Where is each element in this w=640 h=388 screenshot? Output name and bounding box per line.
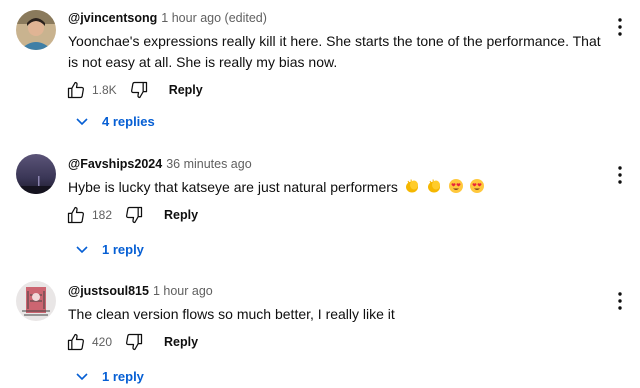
author-name[interactable]: @Favships2024 (68, 157, 162, 171)
comment-actions: 1.8K Reply (66, 78, 203, 102)
avatar[interactable] (16, 10, 56, 50)
like-button[interactable]: 182 (66, 205, 124, 225)
author-name[interactable]: @justsoul815 (68, 284, 149, 298)
comment-text: Hybe is lucky that katseye are just natu… (68, 177, 608, 198)
replies-count-label: 1 reply (102, 369, 144, 384)
thumbs-up-icon (67, 81, 84, 99)
reply-button[interactable]: Reply (164, 208, 198, 222)
clapping-hands-emoji-icon (427, 179, 440, 193)
like-count: 1.8K (92, 83, 117, 97)
like-button[interactable]: 420 (66, 332, 124, 352)
more-vertical-icon (618, 166, 622, 184)
comment-thread: @Favships2024 36 minutes ago Hybe is luck… (0, 140, 640, 268)
reply-button[interactable]: Reply (164, 335, 198, 349)
replies-count-label: 4 replies (102, 114, 155, 129)
timestamp[interactable]: 1 hour ago (153, 284, 213, 298)
comment-thread: @jvincentsong 1 hour ago (edited) Yooncha… (0, 0, 640, 140)
thumbs-up-icon (67, 206, 84, 224)
reply-button[interactable]: Reply (169, 83, 203, 97)
like-button[interactable]: 1.8K (66, 80, 129, 100)
comment-header: @jvincentsong 1 hour ago (edited) (68, 11, 267, 25)
more-vertical-icon (618, 292, 622, 310)
thumbs-up-icon (67, 333, 84, 351)
view-replies-button[interactable]: 1 reply (76, 242, 144, 257)
timestamp[interactable]: 36 minutes ago (166, 157, 251, 171)
chevron-down-icon (76, 245, 88, 253)
dislike-button[interactable] (124, 205, 144, 225)
like-count: 420 (92, 335, 113, 349)
dislike-button[interactable] (129, 80, 149, 100)
thumbs-down-icon (126, 333, 143, 351)
chevron-down-icon (76, 372, 88, 380)
chevron-down-icon (76, 117, 88, 125)
thumbs-down-icon (130, 81, 147, 99)
comment-menu-button[interactable] (610, 292, 630, 316)
clapping-hands-emoji-icon (405, 179, 418, 193)
comment-menu-button[interactable] (610, 166, 630, 190)
like-count: 182 (92, 208, 113, 222)
comment-text: Yoonchae's expressions really kill it he… (68, 33, 601, 70)
more-vertical-icon (618, 18, 622, 36)
timestamp[interactable]: 1 hour ago (edited) (161, 11, 267, 25)
profile-photo-icon (16, 154, 56, 194)
comment-text-content: Hybe is lucky that katseye are just natu… (68, 179, 398, 195)
replies-count-label: 1 reply (102, 242, 144, 257)
dislike-button[interactable] (124, 332, 144, 352)
avatar[interactable] (16, 154, 56, 194)
comment-header: @Favships2024 36 minutes ago (68, 157, 252, 171)
author-name[interactable]: @jvincentsong (68, 11, 157, 25)
comment-menu-button[interactable] (610, 18, 630, 42)
view-replies-button[interactable]: 4 replies (76, 114, 155, 129)
thumbs-down-icon (126, 206, 143, 224)
comment-actions: 182 Reply (66, 203, 198, 227)
comment-header: @justsoul815 1 hour ago (68, 284, 213, 298)
heart-eyes-emoji-icon (470, 179, 485, 193)
heart-eyes-emoji-icon (448, 179, 463, 193)
comment-actions: 420 Reply (66, 330, 198, 354)
comment-text: The clean version flows so much better, … (68, 306, 395, 322)
comment-thread: @justsoul815 1 hour ago The clean version… (0, 268, 640, 388)
avatar[interactable] (16, 281, 56, 321)
profile-photo-icon (16, 281, 56, 321)
profile-photo-icon (16, 10, 56, 50)
view-replies-button[interactable]: 1 reply (76, 369, 144, 384)
